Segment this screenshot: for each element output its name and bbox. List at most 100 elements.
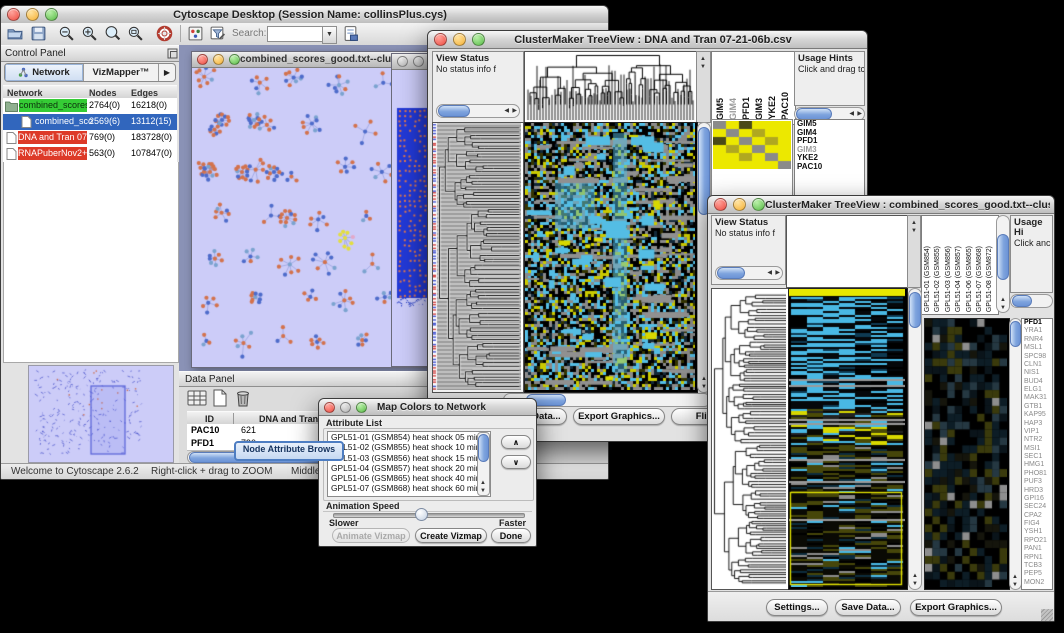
table-row[interactable]: DNA and Tran 07 769(0) 183728(0) <box>3 130 177 146</box>
search-dropdown-icon[interactable]: ▼ <box>322 26 337 44</box>
heatmap-global[interactable] <box>524 122 698 393</box>
close-button[interactable] <box>714 198 727 211</box>
gene-label[interactable]: YRA1 <box>1022 327 1052 335</box>
gene-label[interactable]: MSI1 <box>1022 445 1052 453</box>
save-session-icon[interactable] <box>30 25 47 42</box>
table-row[interactable]: combined_scores 2764(0) 16218(0) <box>3 98 177 114</box>
search-input[interactable] <box>267 26 324 42</box>
minimize-button[interactable] <box>733 198 746 211</box>
gene-label[interactable]: NTR2 <box>1022 436 1052 444</box>
similarity-matrix[interactable] <box>713 121 791 169</box>
birds-eye-view[interactable] <box>28 365 174 463</box>
move-up-button[interactable]: ∧ <box>501 435 531 449</box>
column-tree-scrollbar[interactable]: ▲▼ <box>696 51 711 123</box>
gene-label[interactable]: HMG1 <box>1022 461 1052 469</box>
gene-label[interactable]: NIS1 <box>1022 369 1052 377</box>
column-tree-scrollbar[interactable]: ▲▼ <box>907 215 921 288</box>
float-panel-icon[interactable] <box>167 48 178 62</box>
animate-vizmap-button[interactable]: Animate Vizmap <box>332 528 410 543</box>
heatmap-vscrollbar[interactable]: ▲▼ <box>908 288 922 590</box>
row-dendrogram[interactable] <box>711 288 789 590</box>
attribute-list[interactable]: GPL51-01 (GSM854) heat shock 05 minGPL51… <box>327 431 491 497</box>
gene-label[interactable]: GPI16 <box>1022 495 1052 503</box>
column-dendrogram[interactable] <box>524 51 698 123</box>
minimize-button[interactable] <box>413 56 424 67</box>
slider-thumb[interactable] <box>415 508 428 521</box>
zoom-in-icon[interactable] <box>81 25 98 42</box>
import-table-icon[interactable] <box>342 25 359 42</box>
create-vizmap-button[interactable]: Create Vizmap <box>415 528 487 543</box>
column-labels-scrollbar[interactable]: ▲▼ <box>996 215 1010 313</box>
zoom-button[interactable] <box>229 54 240 65</box>
table-row[interactable]: RNAPuberNov2+ 563(0) 107847(0) <box>3 146 177 162</box>
heatmap-global[interactable] <box>788 288 908 590</box>
view-status-scrollbar[interactable]: ◀▶ <box>436 104 520 118</box>
animation-speed-slider[interactable] <box>333 513 525 518</box>
export-graphics-button[interactable]: Export Graphics... <box>573 408 665 425</box>
resize-grip[interactable] <box>1041 609 1053 621</box>
dialog-titlebar[interactable]: Map Colors to Network <box>319 399 536 416</box>
attribute-list-item[interactable]: GPL51-01 (GSM854) heat shock 05 min <box>328 432 490 442</box>
gene-label[interactable]: CPA2 <box>1022 512 1052 520</box>
usage-hints-scrollbar[interactable] <box>1010 294 1053 308</box>
heatmap-zoom[interactable] <box>924 318 1010 590</box>
close-button[interactable] <box>397 56 408 67</box>
gene-label[interactable]: SPC98 <box>1022 353 1052 361</box>
gene-label[interactable]: GTB1 <box>1022 403 1052 411</box>
done-button[interactable]: Done <box>491 528 531 543</box>
attribute-list-item[interactable]: GPL51-02 (GSM855) heat shock 10 min <box>328 442 490 452</box>
attribute-list-item[interactable]: GPL51-06 (GSM865) heat shock 40 min <box>328 473 490 483</box>
overview-canvas[interactable] <box>29 366 171 460</box>
zoom-button[interactable] <box>45 8 58 21</box>
table-row-selected[interactable]: combined_sco 2569(6) 13112(15) <box>3 114 177 130</box>
zoom-button[interactable] <box>472 33 485 46</box>
tab-overflow-icon[interactable]: ▶ <box>158 64 175 81</box>
gene-label[interactable]: MSL1 <box>1022 344 1052 352</box>
gene-label[interactable]: PUF3 <box>1022 478 1052 486</box>
gene-label[interactable]: PFD1 <box>1022 319 1052 327</box>
gene-label[interactable]: YSH1 <box>1022 528 1052 536</box>
row-dendrogram[interactable] <box>432 122 524 393</box>
gene-label[interactable]: PEP5 <box>1022 570 1052 578</box>
gene-label[interactable]: MAK31 <box>1022 394 1052 402</box>
close-button[interactable] <box>7 8 20 21</box>
attribute-list-scrollbar[interactable]: ▲▼ <box>477 432 490 496</box>
gene-label[interactable]: SEC24 <box>1022 503 1052 511</box>
treeview-titlebar[interactable]: ClusterMaker TreeView : combined_scores_… <box>708 196 1054 214</box>
close-button[interactable] <box>197 54 208 65</box>
gene-label[interactable]: HRD3 <box>1022 487 1052 495</box>
vizmap-icon[interactable] <box>187 25 204 42</box>
attribute-list-item[interactable]: GPL51-03 (GSM856) heat shock 15 min <box>328 453 490 463</box>
delete-attribute-icon[interactable] <box>235 389 252 406</box>
gene-label[interactable]: MON2 <box>1022 579 1052 587</box>
attribute-list-item[interactable]: GPL51-04 (GSM857) heat shock 20 min <box>328 463 490 473</box>
export-graphics-button[interactable]: Export Graphics... <box>910 599 1002 616</box>
gene-label[interactable]: FIG4 <box>1022 520 1052 528</box>
gene-label[interactable]: SEC1 <box>1022 453 1052 461</box>
tab-network[interactable]: Network <box>5 64 83 81</box>
move-down-button[interactable]: ∨ <box>501 455 531 469</box>
help-icon[interactable] <box>156 25 173 42</box>
main-titlebar[interactable]: Cytoscape Desktop (Session Name: collins… <box>1 6 608 24</box>
new-attribute-icon[interactable] <box>212 389 229 406</box>
attribute-list-item[interactable]: GPL51-07 (GSM868) heat shock 60 min <box>328 483 490 493</box>
gene-label[interactable]: PHO81 <box>1022 470 1052 478</box>
node-attribute-browser-tab[interactable]: Node Attribute Brows <box>234 441 344 461</box>
close-button[interactable] <box>434 33 447 46</box>
filter-icon[interactable] <box>209 25 226 42</box>
zoom-out-icon[interactable] <box>58 25 75 42</box>
minimize-button[interactable] <box>213 54 224 65</box>
zoom-button[interactable] <box>356 402 367 413</box>
tab-vizmapper[interactable]: VizMapper™ <box>83 64 158 81</box>
gene-label[interactable]: BUD4 <box>1022 378 1052 386</box>
gene-label[interactable]: RPN1 <box>1022 554 1052 562</box>
gene-label[interactable]: RNR4 <box>1022 336 1052 344</box>
minimize-button[interactable] <box>340 402 351 413</box>
minimize-button[interactable] <box>26 8 39 21</box>
save-data-button[interactable]: Save Data... <box>835 599 901 616</box>
gene-label[interactable]: RPO21 <box>1022 537 1052 545</box>
column-dendrogram[interactable] <box>786 215 908 288</box>
gene-label[interactable]: HAP3 <box>1022 420 1052 428</box>
gene-label[interactable]: VIP1 <box>1022 428 1052 436</box>
network-tree-area[interactable] <box>3 162 179 363</box>
